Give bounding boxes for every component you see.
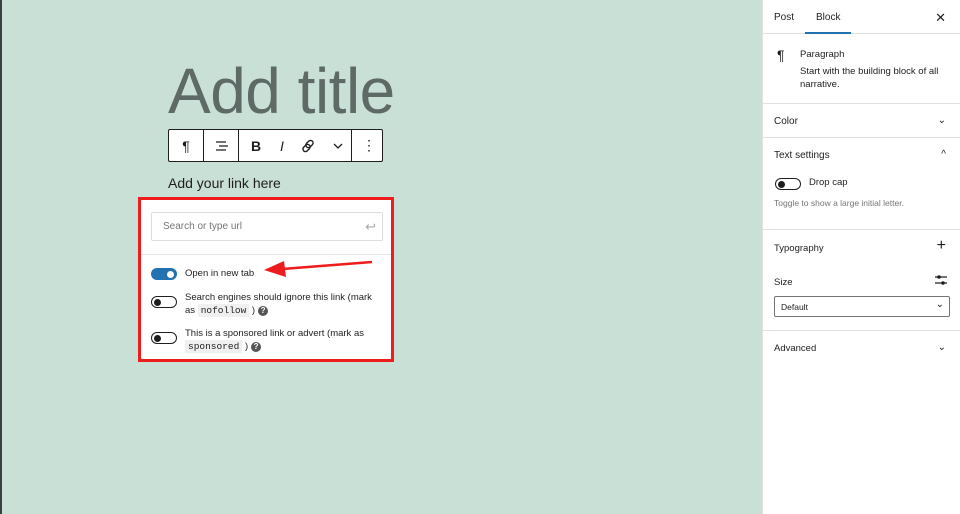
nofollow-option: Search engines should ignore this link (… (151, 291, 381, 317)
option-label: Search engines should ignore this link (… (185, 292, 372, 317)
plus-icon[interactable]: + (937, 237, 946, 255)
option-label: This is a sponsored link or advert (mark… (185, 328, 364, 353)
option-label: Open in new tab (185, 268, 255, 279)
italic-button[interactable]: I (273, 130, 291, 161)
link-icon[interactable] (291, 130, 325, 161)
advanced-title: Advanced (774, 343, 817, 354)
advanced-panel[interactable]: Advanced ⌄ (763, 331, 960, 365)
color-panel[interactable]: Color ⌄ (763, 104, 960, 138)
color-panel-title: Color (774, 116, 798, 127)
size-value: Default (781, 302, 808, 312)
options-icon[interactable]: ⋮ (352, 130, 386, 161)
open-new-tab-option: Open in new tab (151, 267, 254, 280)
sponsored-toggle[interactable] (151, 332, 177, 344)
sponsored-option: This is a sponsored link or advert (mark… (151, 327, 381, 353)
text-settings-panel: Text settings ^ Drop cap Toggle to show … (763, 138, 960, 230)
paragraph-block[interactable]: Add your link here (168, 175, 281, 191)
post-title[interactable]: Add title (168, 54, 395, 128)
nofollow-toggle[interactable] (151, 296, 177, 308)
close-icon[interactable]: ✕ (935, 10, 946, 26)
tab-block[interactable]: Block (804, 12, 853, 34)
typography-panel: Typography + Size Default ⌄ (763, 230, 960, 331)
help-icon[interactable]: ? (258, 306, 269, 316)
paragraph-icon[interactable]: ¶ (169, 130, 203, 161)
url-search-input[interactable]: Search or type url ↩ (151, 212, 383, 241)
paragraph-icon: ¶ (777, 47, 785, 63)
chevron-up-icon[interactable]: ^ (941, 149, 946, 160)
search-placeholder: Search or type url (163, 221, 242, 232)
custom-size-icon[interactable] (935, 274, 947, 286)
chevron-down-icon: ⌄ (935, 299, 944, 310)
drop-cap-toggle[interactable] (775, 178, 801, 190)
align-icon[interactable] (204, 130, 238, 161)
chevron-down-icon[interactable]: ⌄ (938, 342, 946, 353)
sidebar-tabs: Post Block ✕ (763, 0, 960, 34)
typography-title: Typography (774, 243, 824, 254)
settings-sidebar: Post Block ✕ ¶ Paragraph Start with the … (762, 0, 960, 514)
block-toolbar: ¶ B I ⋮ (168, 129, 383, 162)
bold-button[interactable]: B (239, 130, 273, 161)
size-label: Size (774, 277, 793, 288)
divider (141, 254, 391, 255)
drop-cap-label: Drop cap (809, 177, 848, 188)
block-description: Start with the building block of all nar… (800, 66, 939, 90)
chevron-down-icon[interactable]: ⌄ (938, 115, 946, 126)
help-icon[interactable]: ? (251, 342, 262, 352)
link-popover: Search or type url ↩ Open in new tab Sear… (138, 197, 394, 362)
chevron-down-icon[interactable] (325, 130, 351, 161)
tab-post[interactable]: Post (774, 12, 794, 23)
return-icon[interactable]: ↩ (365, 219, 376, 235)
open-new-tab-toggle[interactable] (151, 268, 177, 280)
drop-cap-help: Toggle to show a large initial letter. (774, 198, 904, 208)
block-name: Paragraph (800, 49, 845, 60)
size-select[interactable]: Default ⌄ (774, 296, 950, 317)
editor-canvas: Add title ¶ B I ⋮ Add your link here Sea… (0, 0, 762, 514)
block-card: ¶ Paragraph Start with the building bloc… (763, 34, 960, 104)
annotation-arrow (264, 260, 373, 277)
text-settings-title[interactable]: Text settings (774, 150, 830, 161)
